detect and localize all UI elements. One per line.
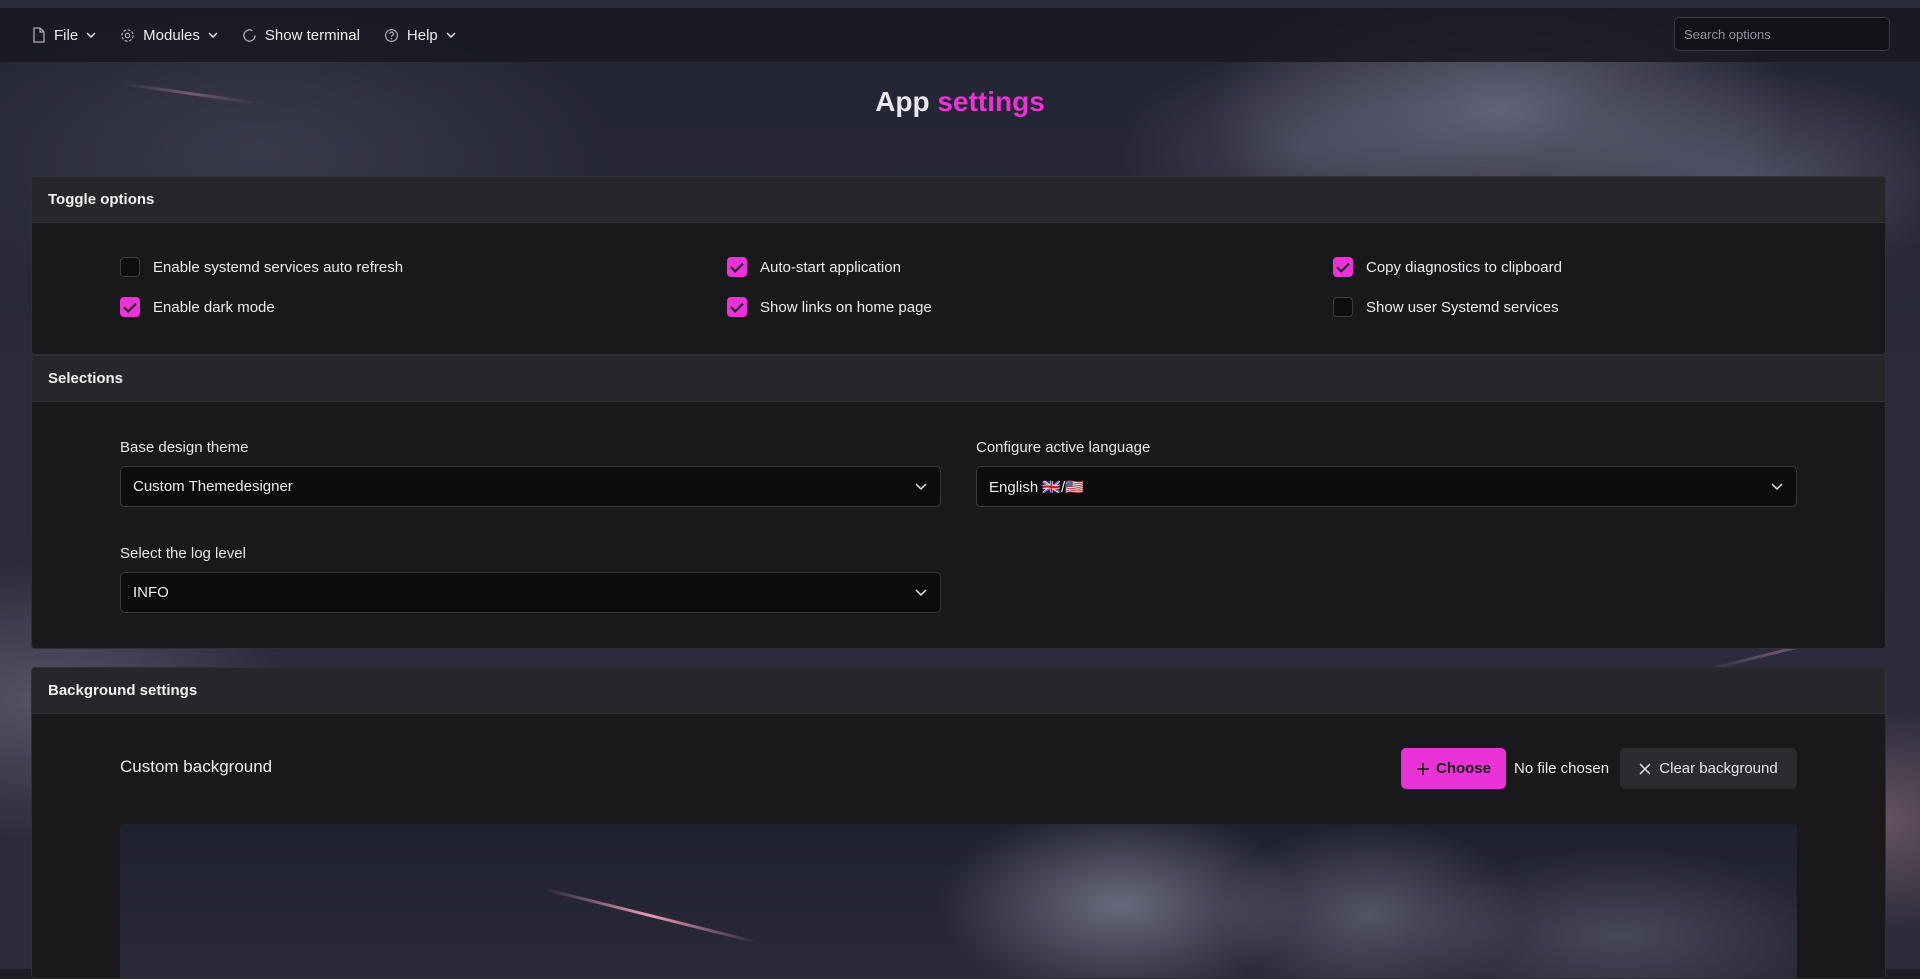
toggle-options-panel: Toggle options Enable systemd services a… <box>31 176 1886 355</box>
menu-show-terminal-label: Show terminal <box>264 26 360 44</box>
checkbox-checked[interactable] <box>120 297 140 317</box>
option-label: Enable systemd services auto refresh <box>153 258 404 276</box>
chevron-down-icon <box>1771 483 1783 491</box>
plus-icon <box>1416 762 1429 775</box>
custom-background-label: Custom background <box>120 757 273 776</box>
page-title: App settings <box>0 86 1920 118</box>
menu-file-label: File <box>54 26 79 44</box>
checkbox-checked[interactable] <box>727 257 747 277</box>
checkbox[interactable] <box>120 257 140 277</box>
selections-panel: Selections Base design theme Custom Them… <box>31 355 1886 649</box>
option-show-links[interactable]: Show links on home page <box>727 297 932 317</box>
log-level-value: INFO <box>133 584 169 601</box>
checkbox-checked[interactable] <box>727 297 747 317</box>
log-level-select[interactable]: INFO <box>120 572 941 613</box>
option-label: Enable dark mode <box>153 298 275 316</box>
menu-file[interactable]: File <box>20 15 108 55</box>
gear-icon <box>121 28 134 42</box>
choose-label: Choose <box>1435 760 1491 777</box>
no-file-status: No file chosen <box>1514 760 1610 777</box>
checkbox[interactable] <box>1333 297 1353 317</box>
choose-file-button[interactable]: Choose <box>1401 748 1506 789</box>
menu-bar: File Modules Show terminal Help <box>0 8 1920 62</box>
option-label: Show links on home page <box>760 298 932 316</box>
chevron-down-icon <box>86 32 96 38</box>
chevron-down-icon <box>446 32 456 38</box>
background-settings-panel: Background settings Custom background Ch… <box>31 667 1886 979</box>
chevron-down-icon <box>915 589 927 597</box>
panel-header: Toggle options <box>32 177 1885 223</box>
option-systemd-auto-refresh[interactable]: Enable systemd services auto refresh <box>120 257 403 277</box>
menu-modules[interactable]: Modules <box>108 15 230 55</box>
menu-help-label: Help <box>406 26 438 44</box>
chevron-down-icon <box>208 32 218 38</box>
option-copy-diagnostics[interactable]: Copy diagnostics to clipboard <box>1333 257 1562 277</box>
language-value: English 🇬🇧/🇺🇸 <box>989 478 1084 496</box>
background-preview-image <box>120 824 1797 978</box>
panel-header: Background settings <box>32 668 1885 714</box>
window-top-strip <box>0 0 1920 8</box>
option-user-systemd[interactable]: Show user Systemd services <box>1333 297 1559 317</box>
menu-modules-label: Modules <box>143 26 200 44</box>
clear-label: Clear background <box>1659 760 1778 777</box>
option-auto-start[interactable]: Auto-start application <box>727 257 901 277</box>
search-input[interactable] <box>1674 17 1890 51</box>
option-label: Show user Systemd services <box>1366 298 1559 316</box>
help-circle-icon <box>384 28 398 42</box>
page-title-main: App <box>875 86 930 117</box>
option-label: Auto-start application <box>760 258 901 276</box>
close-icon <box>1639 762 1651 775</box>
file-icon <box>33 27 45 43</box>
page-title-accent: settings <box>937 86 1045 117</box>
option-dark-mode[interactable]: Enable dark mode <box>120 297 275 317</box>
theme-value: Custom Themedesigner <box>133 478 293 495</box>
chevron-down-icon <box>915 483 927 491</box>
option-label: Copy diagnostics to clipboard <box>1366 258 1562 276</box>
theme-label: Base design theme <box>120 439 249 456</box>
panel-header: Selections <box>32 356 1885 402</box>
menu-help[interactable]: Help <box>372 15 468 55</box>
menu-show-terminal[interactable]: Show terminal <box>230 15 372 55</box>
clear-background-button[interactable]: Clear background <box>1620 748 1797 789</box>
loading-spinner-icon <box>243 28 256 42</box>
language-select[interactable]: English 🇬🇧/🇺🇸 <box>976 466 1797 507</box>
language-label: Configure active language <box>976 439 1151 456</box>
checkbox-checked[interactable] <box>1333 257 1353 277</box>
theme-select[interactable]: Custom Themedesigner <box>120 466 941 507</box>
log-level-label: Select the log level <box>120 545 246 562</box>
